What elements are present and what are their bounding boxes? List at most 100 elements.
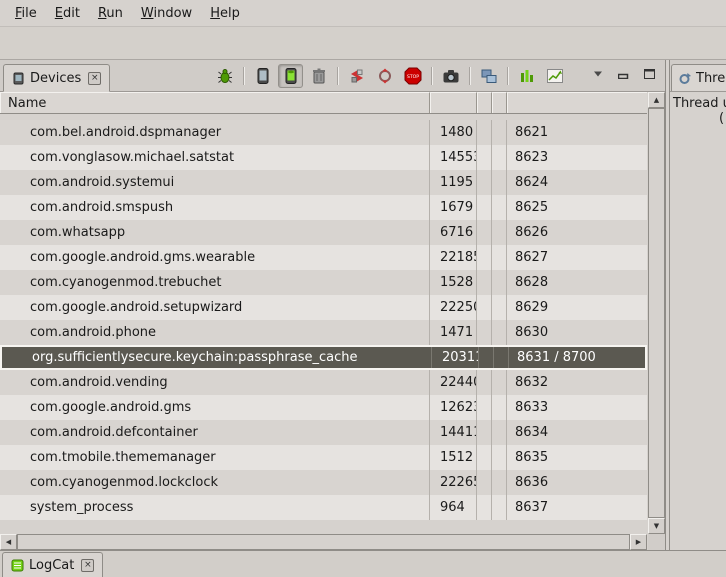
devices-toolbar: STOP	[212, 63, 567, 89]
horizontal-scrollbar[interactable]: ◀ ▶	[0, 534, 647, 550]
spacer-cell	[492, 320, 507, 345]
spacer-cell	[492, 120, 507, 145]
process-pid: 964	[430, 495, 477, 520]
tab-threads[interactable]: Threa	[671, 64, 726, 92]
close-icon[interactable]: ×	[81, 559, 94, 572]
view-menu-icon[interactable]	[593, 70, 603, 78]
table-row[interactable]: com.android.vending 22440 8632	[0, 370, 647, 395]
process-port: 8637	[507, 495, 647, 520]
bottom-bar: LogCat ×	[0, 550, 726, 577]
table-row[interactable]: com.google.android.gms 12623 8633	[0, 395, 647, 420]
process-port: 8626	[507, 220, 647, 245]
spacer-cell	[492, 245, 507, 270]
spacer-cell	[492, 295, 507, 320]
spacer-cell	[492, 495, 507, 520]
devices-panel: Devices ×	[0, 60, 666, 550]
menu-item[interactable]: Help	[201, 3, 249, 24]
table-row[interactable]: com.android.systemui 1195 8624	[0, 170, 647, 195]
spacer-cell	[492, 170, 507, 195]
process-pid: 1471	[430, 320, 477, 345]
table-row[interactable]: com.google.android.gms.wearable 22185 86…	[0, 245, 647, 270]
spacer-cell	[477, 295, 492, 320]
process-name: com.android.defcontainer	[0, 420, 430, 445]
debug-process-icon[interactable]	[212, 64, 237, 88]
process-name: com.android.vending	[0, 370, 430, 395]
spacer-cell	[477, 245, 492, 270]
spacer-cell	[477, 320, 492, 345]
start-method-profiling-icon[interactable]	[372, 64, 397, 88]
table-row[interactable]: com.android.defcontainer 14411 8634	[0, 420, 647, 445]
table-row[interactable]: com.tmobile.thememanager 1512 8635	[0, 445, 647, 470]
network-statistics-icon[interactable]	[542, 64, 567, 88]
process-pid: 22265	[430, 470, 477, 495]
menu-item[interactable]: Run	[89, 3, 132, 24]
table-row[interactable]: com.android.smspush 1679 8625	[0, 195, 647, 220]
view-ui-hierarchy-icon[interactable]	[476, 64, 501, 88]
spacer-cell	[477, 370, 492, 395]
tab-devices[interactable]: Devices ×	[3, 64, 110, 92]
devices-tabbar: Devices ×	[0, 60, 665, 92]
tab-threads-label: Threa	[696, 71, 726, 86]
spacer-cell	[492, 370, 507, 395]
toolbar-separator	[469, 67, 470, 85]
column-header-port[interactable]	[507, 92, 647, 113]
stop-process-icon[interactable]: STOP	[400, 64, 425, 88]
screen-capture-icon[interactable]	[438, 64, 463, 88]
tab-logcat[interactable]: LogCat ×	[2, 552, 103, 577]
spacer-cell	[477, 495, 492, 520]
minimize-icon[interactable]	[618, 69, 629, 79]
scroll-right-icon[interactable]: ▶	[630, 534, 647, 550]
spacer-cell	[477, 395, 492, 420]
process-port: 8633	[507, 395, 647, 420]
scroll-down-icon[interactable]: ▼	[648, 518, 665, 534]
table-row[interactable]: com.android.phone 1471 8630	[0, 320, 647, 345]
column-header-name[interactable]: Name	[0, 92, 430, 113]
column-header-spacer[interactable]	[477, 92, 492, 113]
spacer-cell	[492, 420, 507, 445]
menu-item[interactable]: File	[6, 3, 46, 24]
process-pid: 1480	[430, 120, 477, 145]
horizontal-scroll-thumb[interactable]	[17, 534, 630, 550]
table-row[interactable]: system_process 964 8637	[0, 495, 647, 520]
scroll-up-icon[interactable]: ▲	[648, 92, 665, 108]
scroll-left-icon[interactable]: ◀	[0, 534, 17, 550]
update-heap-icon[interactable]	[250, 64, 275, 88]
menu-item[interactable]: Edit	[46, 3, 89, 24]
main-area: Devices ×	[0, 60, 726, 550]
dump-hprof-icon[interactable]	[278, 64, 303, 88]
table-row[interactable]: com.whatsapp 6716 8626	[0, 220, 647, 245]
spacer-cell	[492, 470, 507, 495]
sysinfo-icon[interactable]	[514, 64, 539, 88]
update-threads-icon[interactable]	[344, 64, 369, 88]
table-row[interactable]: com.cyanogenmod.lockclock 22265 8636	[0, 470, 647, 495]
table-row[interactable]: com.vonglasow.michael.satstat 14553 8623	[0, 145, 647, 170]
spacer-cell	[477, 145, 492, 170]
table-row[interactable]: com.bel.android.dspmanager 1480 8621	[0, 120, 647, 145]
process-name: system_process	[0, 495, 430, 520]
tab-devices-label: Devices	[30, 71, 81, 86]
threads-tabbar: Threa	[670, 60, 726, 92]
table-row[interactable]: com.google.android.setupwizard 22250 862…	[0, 295, 647, 320]
process-port: 8631 / 8700	[509, 347, 645, 368]
spacer-cell	[477, 445, 492, 470]
close-icon[interactable]: ×	[88, 72, 101, 85]
table-row[interactable]: com.cyanogenmod.trebuchet 1528 8628	[0, 270, 647, 295]
column-header-pid[interactable]	[430, 92, 477, 113]
table-row[interactable]: org.sufficientlysecure.keychain:passphra…	[0, 345, 647, 370]
maximize-icon[interactable]	[644, 69, 655, 79]
process-pid: 14553	[430, 145, 477, 170]
device-icon	[12, 72, 25, 85]
spacer-cell	[477, 170, 492, 195]
process-port: 8636	[507, 470, 647, 495]
process-port: 8623	[507, 145, 647, 170]
threads-icon	[678, 72, 691, 85]
devices-panel-controls	[593, 69, 655, 79]
cause-gc-icon[interactable]	[306, 64, 331, 88]
vertical-scroll-thumb[interactable]	[648, 108, 665, 518]
threads-message-line1: Thread up	[673, 96, 726, 111]
column-header-spacer[interactable]	[492, 92, 507, 113]
process-name: com.google.android.gms.wearable	[0, 245, 430, 270]
menu-item[interactable]: Window	[132, 3, 201, 24]
spacer-cell	[492, 145, 507, 170]
vertical-scrollbar[interactable]: ▲ ▼	[648, 92, 665, 534]
